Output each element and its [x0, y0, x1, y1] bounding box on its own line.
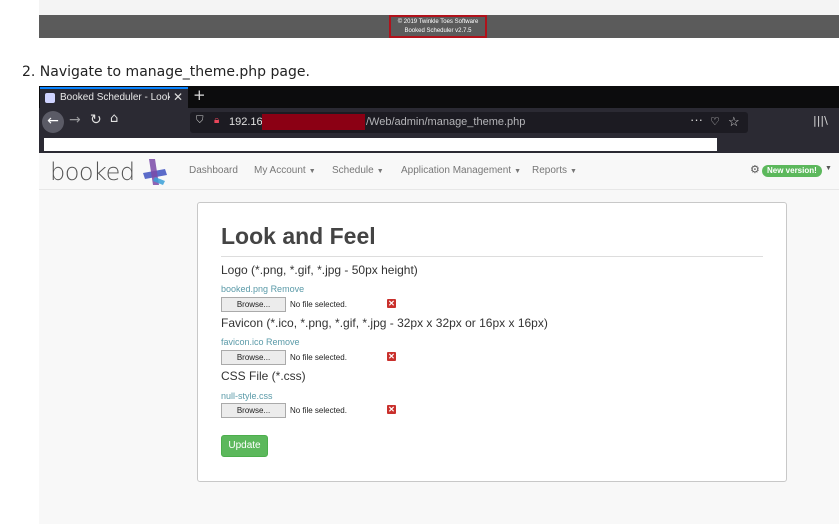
forward-icon[interactable]: →: [69, 112, 81, 128]
menu-schedule[interactable]: Schedule ▼: [332, 165, 384, 176]
favicon-remove-link[interactable]: Remove: [266, 337, 300, 347]
footer-copyright: © 2019 Twinkle Toes Software: [397, 19, 479, 25]
browser-screenshot: Booked Scheduler - Look ✕ + ← → ↻ ⌂ ⛉ 🔒︎…: [39, 86, 839, 524]
logo-file-link[interactable]: booked.png: [221, 284, 268, 294]
css-current-file: null-style.css: [221, 391, 273, 401]
caret-down-icon: ▼: [308, 168, 316, 175]
caret-down-icon: ▼: [570, 168, 577, 175]
booked-logo-mark-icon: [143, 159, 167, 185]
page-actions-icon[interactable]: ···: [690, 112, 703, 127]
address-bar[interactable]: ⛉ 🔒︎ 192.16 /Web/admin/manage_theme.php …: [190, 112, 748, 133]
css-browse-button[interactable]: Browse...: [221, 403, 286, 418]
update-button[interactable]: Update: [221, 435, 268, 457]
look-and-feel-panel: Look and Feel Logo (*.png, *.gif, *.jpg …: [197, 202, 787, 482]
caret-down-icon[interactable]: ▼: [825, 165, 832, 172]
insecure-lock-icon[interactable]: 🔒︎: [214, 115, 224, 126]
bookmarks-bar: [39, 136, 839, 153]
logo-section-label: Logo (*.png, *.gif, *.jpg - 50px height): [221, 263, 418, 277]
logo-remove-link[interactable]: Remove: [271, 284, 305, 294]
footer-version-box: © 2019 Twinkle Toes Software Booked Sche…: [389, 15, 487, 38]
logo-browse-button[interactable]: Browse...: [221, 297, 286, 312]
menu-application-management[interactable]: Application Management ▼: [401, 165, 521, 176]
caret-down-icon: ▼: [514, 168, 522, 175]
browser-tab-bar: Booked Scheduler - Look ✕ +: [39, 86, 839, 108]
app-logo[interactable]: booked: [50, 158, 135, 186]
logo-no-file-text: No file selected.: [290, 300, 347, 309]
menu-my-account[interactable]: My Account ▼: [254, 165, 316, 176]
library-icon[interactable]: |||\: [813, 114, 828, 127]
url-path: /Web/admin/manage_theme.php: [366, 116, 526, 128]
bookmarks-bar-blank: [44, 138, 717, 151]
favicon-icon: [45, 93, 55, 103]
logo-current-file: booked.png Remove: [221, 284, 304, 294]
css-no-file-text: No file selected.: [290, 406, 347, 415]
home-icon[interactable]: ⌂: [110, 111, 118, 126]
menu-reports[interactable]: Reports ▼: [532, 165, 577, 176]
favicon-file-link[interactable]: favicon.ico: [221, 337, 264, 347]
app-viewport: booked Dashboard My Account ▼ Schedule ▼ A…: [39, 153, 839, 524]
app-navbar: booked Dashboard My Account ▼ Schedule ▼ A…: [39, 153, 839, 190]
favicon-browse-button[interactable]: Browse...: [221, 350, 286, 365]
step-instruction: 2. Navigate to manage_theme.php page.: [22, 64, 310, 80]
tab-title: Booked Scheduler - Look: [60, 92, 170, 103]
page-title: Look and Feel: [221, 223, 376, 249]
css-section-label: CSS File (*.css): [221, 369, 306, 383]
menu-dashboard[interactable]: Dashboard: [189, 165, 238, 176]
browser-tab[interactable]: Booked Scheduler - Look ✕: [40, 87, 188, 108]
footer-version: Booked Scheduler v2.7.5: [404, 28, 472, 34]
divider: [221, 256, 763, 257]
favicon-current-file: favicon.ico Remove: [221, 337, 300, 347]
new-version-badge[interactable]: New version!: [762, 165, 822, 177]
bookmark-star-icon[interactable]: ☆: [728, 114, 740, 130]
caret-down-icon: ▼: [376, 168, 384, 175]
pocket-icon[interactable]: ♡: [710, 115, 720, 128]
new-tab-icon[interactable]: +: [193, 86, 206, 104]
gear-icon[interactable]: ⚙: [750, 163, 760, 176]
favicon-section-label: Favicon (*.ico, *.png, *.gif, *.jpg - 32…: [221, 316, 548, 330]
reload-icon[interactable]: ↻: [90, 112, 102, 128]
logo-clear-icon[interactable]: ✕: [387, 299, 396, 308]
css-file-link[interactable]: null-style.css: [221, 391, 273, 401]
url-host: 192.16: [229, 116, 263, 128]
shield-icon[interactable]: ⛉: [196, 115, 204, 126]
favicon-clear-icon[interactable]: ✕: [387, 352, 396, 361]
favicon-no-file-text: No file selected.: [290, 353, 347, 362]
back-icon[interactable]: ←: [42, 111, 64, 133]
close-icon[interactable]: ✕: [173, 90, 183, 104]
css-clear-icon[interactable]: ✕: [387, 405, 396, 414]
browser-nav-bar: ← → ↻ ⌂ ⛉ 🔒︎ 192.16 /Web/admin/manage_th…: [39, 108, 839, 136]
redaction-box: [262, 114, 365, 130]
